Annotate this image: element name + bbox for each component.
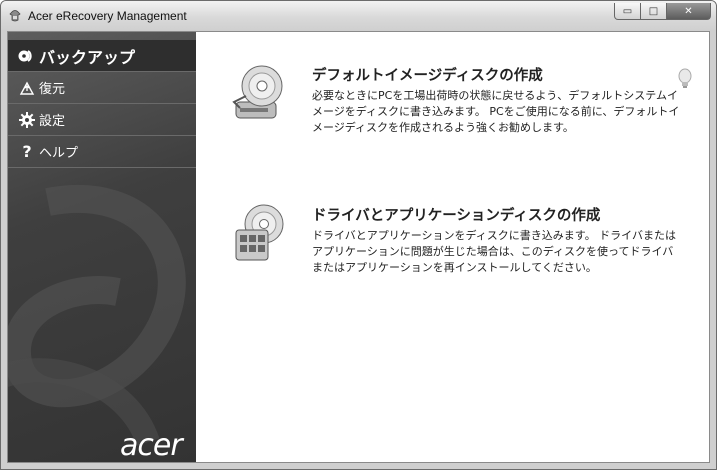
backup-disc-icon [18, 47, 36, 65]
option-title: ドライバとアプリケーションディスクの作成 [312, 208, 601, 224]
option-description: ドライバとアプリケーションをディスクに書き込みます。 ドライバまたはアプリケーシ… [312, 229, 676, 274]
window-controls: ▭ □ ✕ [614, 3, 711, 21]
minimize-button[interactable]: ▭ [614, 3, 641, 20]
sidebar-item-label: バックアップ [39, 47, 136, 67]
gear-icon [18, 111, 36, 129]
sidebar-item-settings[interactable]: 設定 [8, 104, 196, 136]
sidebar-item-label: 設定 [39, 114, 66, 129]
disc-applications-icon [235, 204, 284, 261]
option-description: 必要なときにPCを工場出荷時の状態に戻せるよう、デフォルトシステムイメージをディ… [312, 89, 680, 134]
maximize-button[interactable]: □ [641, 3, 667, 20]
close-button[interactable]: ✕ [667, 3, 711, 20]
brand-logo: acer [120, 428, 183, 462]
sidebar-item-backup[interactable]: バックアップ [8, 40, 196, 72]
sidebar-item-label: 復元 [39, 82, 66, 97]
app-icon [9, 10, 21, 22]
question-mark-icon: ? [22, 142, 32, 161]
title-bar[interactable]: Acer eRecovery Management ▭ □ ✕ [1, 1, 716, 31]
option-default-image-disc[interactable]: デフォルトイメージディスクの作成 必要なときにPCを工場出荷時の状態に戻せるよう… [232, 64, 682, 144]
window-title: Acer eRecovery Management [28, 9, 187, 23]
restore-icon [18, 79, 36, 97]
close-icon: ✕ [684, 5, 693, 17]
sidebar-item-help[interactable]: ? ヘルプ [8, 136, 196, 168]
app-window: Acer eRecovery Management ▭ □ ✕ バックアップ 復… [0, 0, 717, 470]
maximize-icon: □ [648, 5, 659, 17]
sidebar-item-label: ヘルプ [39, 146, 79, 161]
sidebar-decoration [8, 184, 186, 447]
option-title: デフォルトイメージディスクの作成 [312, 68, 543, 84]
option-driver-app-disc[interactable]: ドライバとアプリケーションディスクの作成 ドライバとアプリケーションをディスクに… [232, 204, 682, 294]
minimize-icon: ▭ [622, 5, 633, 17]
sidebar-item-restore[interactable]: 復元 [8, 72, 196, 104]
client-area: バックアップ 復元 設定 ? ヘルプ acer デフォルトイメージディスクの作成… [7, 31, 710, 463]
main-content: デフォルトイメージディスクの作成 必要なときにPCを工場出荷時の状態に戻せるよう… [196, 32, 709, 462]
sidebar: バックアップ 復元 設定 ? ヘルプ acer [8, 32, 196, 462]
disc-drive-icon [232, 65, 283, 119]
